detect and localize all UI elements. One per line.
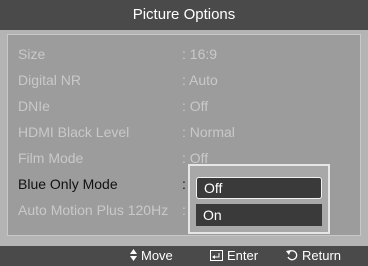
- option-label: Blue Only Mode: [18, 176, 118, 192]
- option-value: : Normal: [182, 124, 235, 140]
- option-row-dnie[interactable]: DNIe : Off: [18, 95, 348, 117]
- enter-hint: Enter: [210, 246, 258, 266]
- picture-options-osd: Picture Options Size : 16:9 Digital NR :…: [0, 0, 368, 266]
- up-down-arrow-icon: [130, 246, 137, 266]
- option-value: : Off: [182, 98, 209, 114]
- option-value: :: [182, 176, 186, 192]
- option-row-size[interactable]: Size : 16:9: [18, 43, 348, 65]
- menu-title: Picture Options: [0, 0, 368, 30]
- option-label: Auto Motion Plus 120Hz: [18, 202, 169, 218]
- option-label: Digital NR: [18, 72, 82, 88]
- option-value: : 16:9: [182, 46, 218, 62]
- move-label: Move: [141, 248, 173, 263]
- blue-only-mode-dropdown: Off On: [188, 164, 330, 234]
- option-value: : Auto: [182, 72, 218, 88]
- option-label: HDMI Black Level: [18, 124, 130, 140]
- option-row-hdmi-black-level[interactable]: HDMI Black Level : Normal: [18, 121, 348, 143]
- option-label: Film Mode: [18, 150, 84, 166]
- enter-icon: [210, 246, 223, 266]
- dropdown-option-off[interactable]: Off: [196, 177, 322, 199]
- option-label: DNIe: [18, 98, 50, 114]
- dropdown-option-on[interactable]: On: [196, 204, 322, 226]
- return-label: Return: [302, 248, 342, 263]
- option-value: :: [182, 202, 186, 218]
- option-row-digital-nr[interactable]: Digital NR : Auto: [18, 69, 348, 91]
- return-hint: Return: [286, 246, 341, 266]
- return-icon: [286, 246, 298, 266]
- move-hint: Move: [130, 246, 173, 266]
- option-label: Size: [18, 46, 46, 62]
- enter-label: Enter: [227, 248, 259, 263]
- button-hints: Move Enter Return: [0, 246, 368, 266]
